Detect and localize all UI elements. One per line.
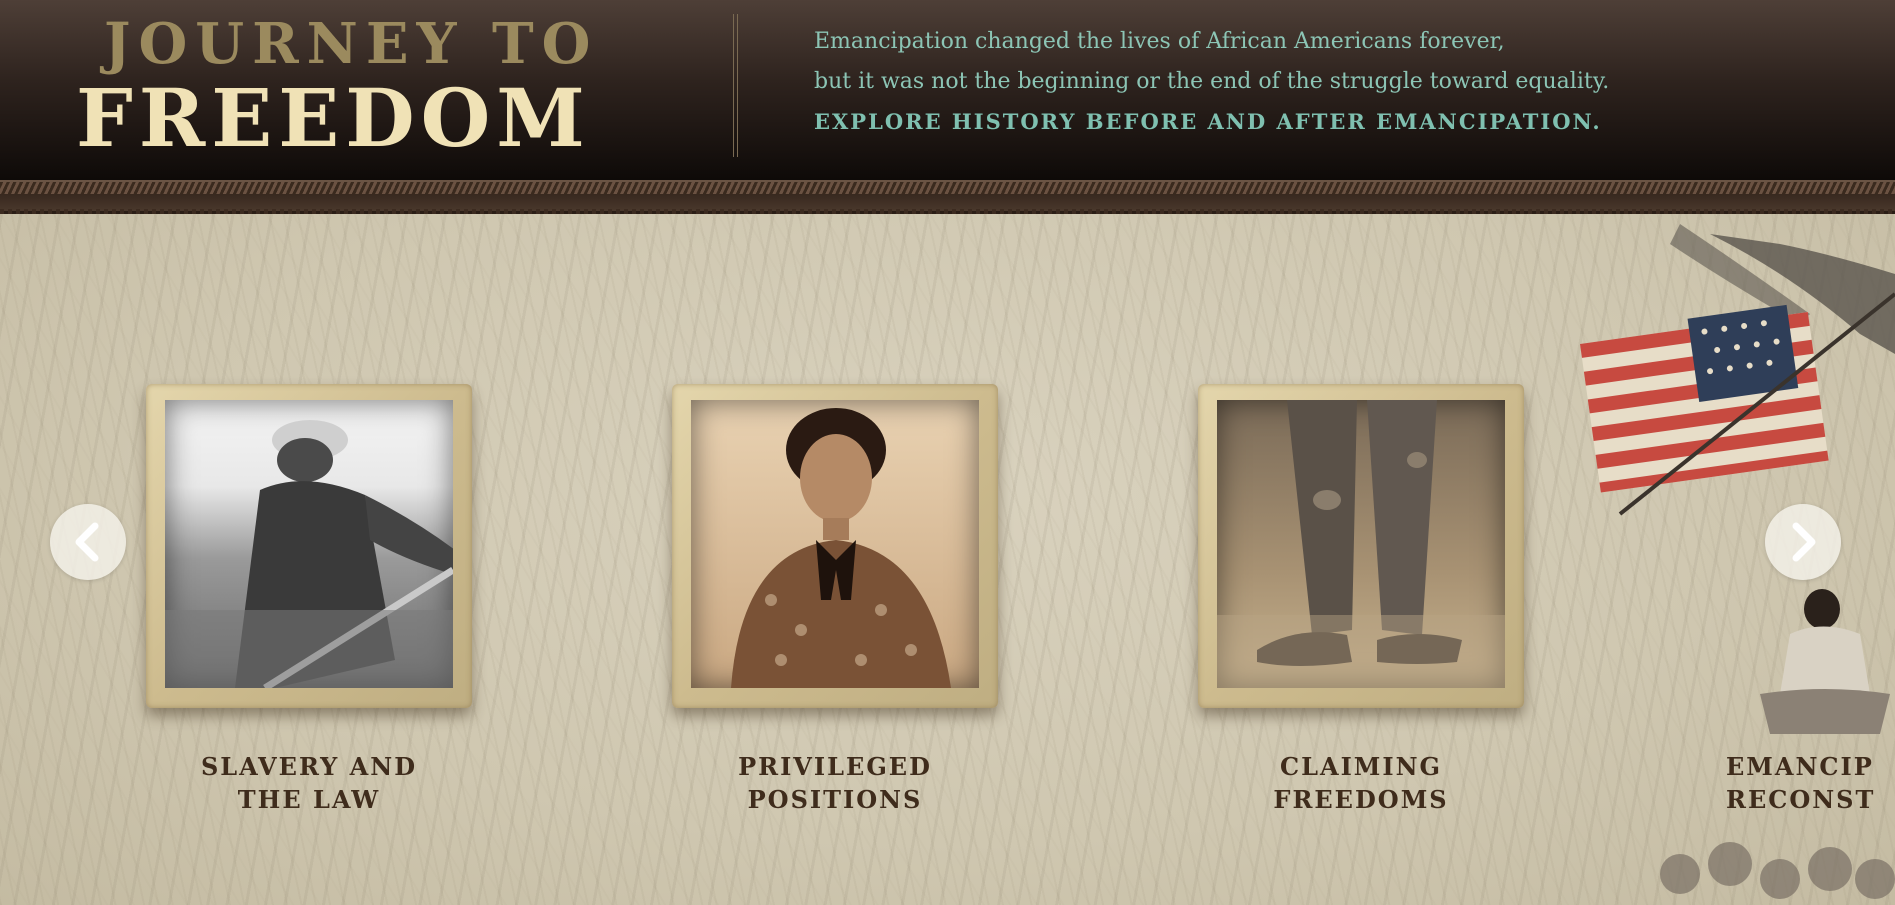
card-title-line-1: SLAVERY AND [200, 752, 418, 781]
carousel-next-button[interactable] [1765, 504, 1841, 580]
carousel-prev-button[interactable] [50, 504, 126, 580]
card-title[interactable]: PRIVILEGED POSITIONS [632, 750, 1038, 816]
tagline-line-1: Emancipation changed the lives of Africa… [814, 29, 1505, 54]
field-worker-illustration [165, 420, 453, 688]
card-title-line-2: FREEDOMS [1273, 785, 1449, 814]
tagline-cta: EXPLORE HISTORY BEFORE AND AFTER EMANCIP… [814, 109, 1602, 134]
card-title[interactable]: SLAVERY AND THE LAW [106, 750, 512, 816]
worn-trousers-illustration [1217, 400, 1505, 688]
card-photo-field-worker [165, 400, 453, 688]
decorative-band [0, 180, 1895, 217]
header-tagline: Emancipation changed the lives of Africa… [814, 22, 1874, 142]
card-photo-portrait-woman [691, 400, 979, 688]
card-title[interactable]: CLAIMING FREEDOMS [1158, 750, 1564, 816]
site-header: JOURNEY TO FREEDOM Emancipation changed … [0, 0, 1895, 180]
card-title-line-1: EMANCIP [1726, 752, 1874, 781]
card-frame [672, 384, 998, 708]
partial-card-title-clip: EMANCIP RECONST [1726, 750, 1895, 820]
card-title[interactable]: EMANCIP RECONST [1726, 750, 1895, 816]
logo-bottom-text: FREEDOM [76, 71, 591, 165]
site-logo[interactable]: JOURNEY TO FREEDOM [76, 14, 666, 160]
card-title-line-2: RECONST [1726, 785, 1876, 814]
logo-top-text: JOURNEY TO [104, 14, 644, 74]
card-frame [1198, 384, 1524, 708]
card-title-line-1: CLAIMING [1279, 752, 1443, 781]
card-title-line-2: THE LAW [237, 785, 381, 814]
header-divider [733, 14, 738, 157]
chevron-left-icon [75, 522, 99, 562]
card-title-line-1: PRIVILEGED [738, 752, 932, 781]
carousel-stage: SLAVERY AND THE LAW PRIVILEGED POSITIONS… [0, 214, 1895, 905]
card-photo-worn-trousers [1217, 400, 1505, 688]
card-frame [146, 384, 472, 708]
portrait-woman-illustration [731, 408, 951, 688]
chevron-right-icon [1792, 522, 1816, 562]
tagline-line-2: but it was not the beginning or the end … [814, 69, 1610, 94]
card-title-line-2: POSITIONS [747, 785, 923, 814]
